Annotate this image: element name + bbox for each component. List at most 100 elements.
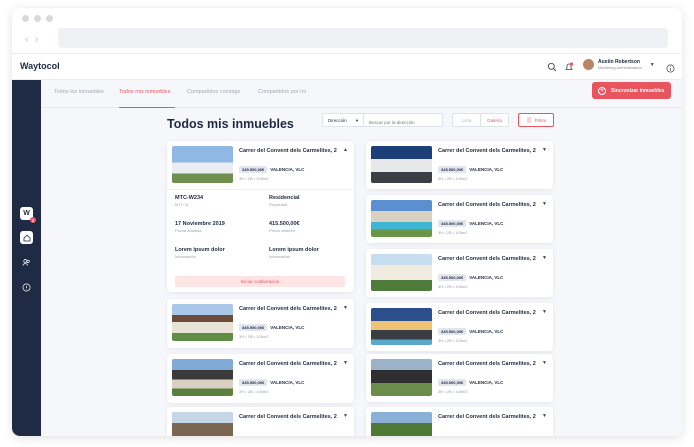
window-dot[interactable] [34, 15, 41, 22]
active-tab-indicator [119, 107, 175, 108]
property-city: VALENCIA, VLC [469, 167, 504, 172]
property-meta: 3H • 2B • 105m2 [239, 176, 269, 181]
chevron-down-icon: ▼ [355, 118, 359, 123]
page-title: Todos mis inmuebles [167, 117, 294, 131]
chevron-up-icon[interactable]: ▲ [343, 147, 348, 153]
date-label: Fecha añadida [175, 228, 202, 233]
property-title: Carrer del Convent dels Carmelites, 2 [438, 414, 536, 420]
property-card[interactable]: Carrer del Convent dels Carmelites, 2 ▼ … [366, 249, 553, 297]
previous-price-label: Precio anterior [269, 228, 296, 233]
property-title: Carrer del Convent dels Carmelites, 2 [438, 361, 536, 367]
start-collaboration-button[interactable]: Iniciar colaboración [175, 276, 345, 287]
view-toggle: Lista Galería [452, 113, 509, 127]
info-value: Lorem ipsum dolor [269, 247, 319, 253]
property-card[interactable]: Carrer del Convent dels Carmelites, 2 ▼ … [366, 195, 553, 243]
property-card[interactable]: Carrer del Convent dels Carmelites, 2 ▼ … [366, 141, 553, 189]
property-card[interactable]: Carrer del Convent dels Carmelites, 2 ▼ [167, 407, 354, 436]
type-value: Residencial [269, 195, 300, 201]
property-city: VALENCIA, VLC [469, 275, 504, 280]
sync-properties-button[interactable]: + Sincronizar inmuebles [592, 82, 671, 99]
property-title: Carrer del Convent dels Carmelites, 2 [438, 310, 536, 316]
property-meta: 3H • 2B • 105m2 [438, 230, 468, 235]
chevron-down-icon[interactable]: ▼ [542, 413, 547, 419]
property-photo [172, 304, 233, 341]
tab-my-properties[interactable]: Todos mis inmuebles [119, 89, 170, 95]
back-forward-icon[interactable]: ‹› [25, 34, 44, 46]
sidebar: W 3 [12, 80, 41, 436]
chevron-down-icon[interactable]: ▼ [650, 62, 655, 68]
property-title: Carrer del Convent dels Carmelites, 2 [239, 414, 337, 420]
chevron-down-icon[interactable]: ▼ [343, 305, 348, 311]
search-icon[interactable] [547, 62, 557, 72]
property-city: VALENCIA, VLC [469, 380, 504, 385]
property-photo [371, 254, 432, 291]
tab-shared-with-me[interactable]: Compartidos conmigo [187, 89, 241, 95]
price-badge: 345.500,00€ [438, 379, 467, 386]
property-card[interactable]: Carrer del Convent dels Carmelites, 2 ▼ … [366, 303, 553, 351]
sidebar-item-home[interactable] [20, 231, 33, 244]
chevron-down-icon[interactable]: ▼ [542, 309, 547, 315]
bell-icon[interactable] [564, 62, 574, 72]
property-title: Carrer del Convent dels Carmelites, 2 [239, 148, 337, 154]
user-menu[interactable]: Austin Robertson Marketing Administratio… [583, 59, 655, 70]
property-title: Carrer del Convent dels Carmelites, 2 [239, 306, 337, 312]
price-badge: 345.500,00€ [239, 166, 268, 173]
property-photo [172, 359, 233, 396]
property-card[interactable]: Carrer del Convent dels Carmelites, 2 ▼ [366, 407, 553, 436]
property-card[interactable]: Carrer del Convent dels Carmelites, 2 ▼ … [167, 354, 354, 403]
url-bar[interactable] [58, 28, 668, 48]
property-card-expanded[interactable]: Carrer del Convent dels Carmelites, 2 ▲ … [167, 141, 354, 292]
property-photo [371, 200, 432, 237]
price-badge: 345.500,00€ [438, 274, 467, 281]
info-label: Información [175, 254, 196, 259]
price-badge: 345.500,00€ [438, 220, 467, 227]
chevron-down-icon[interactable]: ▼ [542, 255, 547, 261]
app-logo: Waytocol [20, 61, 60, 71]
property-city: VALENCIA, VLC [469, 221, 504, 226]
property-card[interactable]: Carrer del Convent dels Carmelites, 2 ▼ … [366, 354, 553, 402]
property-title: Carrer del Convent dels Carmelites, 2 [239, 361, 337, 367]
price-badge: 345.500,00€ [239, 379, 268, 386]
property-city: VALENCIA, VLC [270, 325, 305, 330]
window-dot[interactable] [46, 15, 53, 22]
property-meta: 3H • 2B • 105m2 [438, 338, 468, 343]
property-meta: 3H • 2B • 105m2 [438, 284, 468, 289]
tab-bar: Todos los inmuebles Todos mis inmuebles … [41, 80, 682, 108]
chevron-down-icon[interactable]: ▼ [542, 147, 547, 153]
property-photo [371, 412, 432, 436]
sidebar-item-users[interactable] [20, 256, 33, 269]
property-photo [371, 308, 432, 345]
type-label: Propiedad [269, 202, 288, 207]
property-card[interactable]: Carrer del Convent dels Carmelites, 2 ▼ … [167, 299, 354, 348]
tab-shared-by-me[interactable]: Compartidos por mí [258, 89, 306, 95]
address-filter-select[interactable]: Dirección ▼ [322, 113, 364, 127]
home-icon [23, 234, 30, 241]
property-city: VALENCIA, VLC [270, 380, 305, 385]
info-icon[interactable] [666, 64, 675, 73]
browser-chrome: ‹› [12, 8, 682, 54]
property-title: Carrer del Convent dels Carmelites, 2 [438, 148, 536, 154]
sidebar-logo[interactable]: W 3 [20, 207, 36, 223]
chevron-down-icon[interactable]: ▼ [542, 201, 547, 207]
ref-label: MTC ID [175, 202, 189, 207]
property-details: MTC-W234 MTC ID Residencial Propiedad 17… [167, 189, 354, 259]
view-list-button[interactable]: Lista [453, 114, 481, 126]
chevron-down-icon[interactable]: ▼ [542, 360, 547, 366]
search-input[interactable] [364, 113, 443, 127]
window-dot[interactable] [22, 15, 29, 22]
previous-price-value: 415.500,00€ [269, 221, 300, 227]
users-icon [22, 259, 30, 266]
chevron-down-icon[interactable]: ▼ [343, 413, 348, 419]
sidebar-item-info[interactable] [20, 281, 33, 294]
property-photo [371, 359, 432, 396]
plus-icon: + [598, 86, 606, 95]
view-gallery-button[interactable]: Galería [481, 114, 508, 126]
price-badge: 345.500,00€ [438, 166, 467, 173]
chevron-down-icon[interactable]: ▼ [343, 360, 348, 366]
filter-button[interactable]: Filtrar [518, 113, 554, 127]
tab-all-properties[interactable]: Todos los inmuebles [54, 89, 104, 95]
property-title: Carrer del Convent dels Carmelites, 2 [438, 256, 536, 262]
filter-icon [526, 117, 531, 123]
property-title: Carrer del Convent dels Carmelites, 2 [438, 202, 536, 208]
date-value: 17 Noviembre 2019 [175, 221, 225, 227]
